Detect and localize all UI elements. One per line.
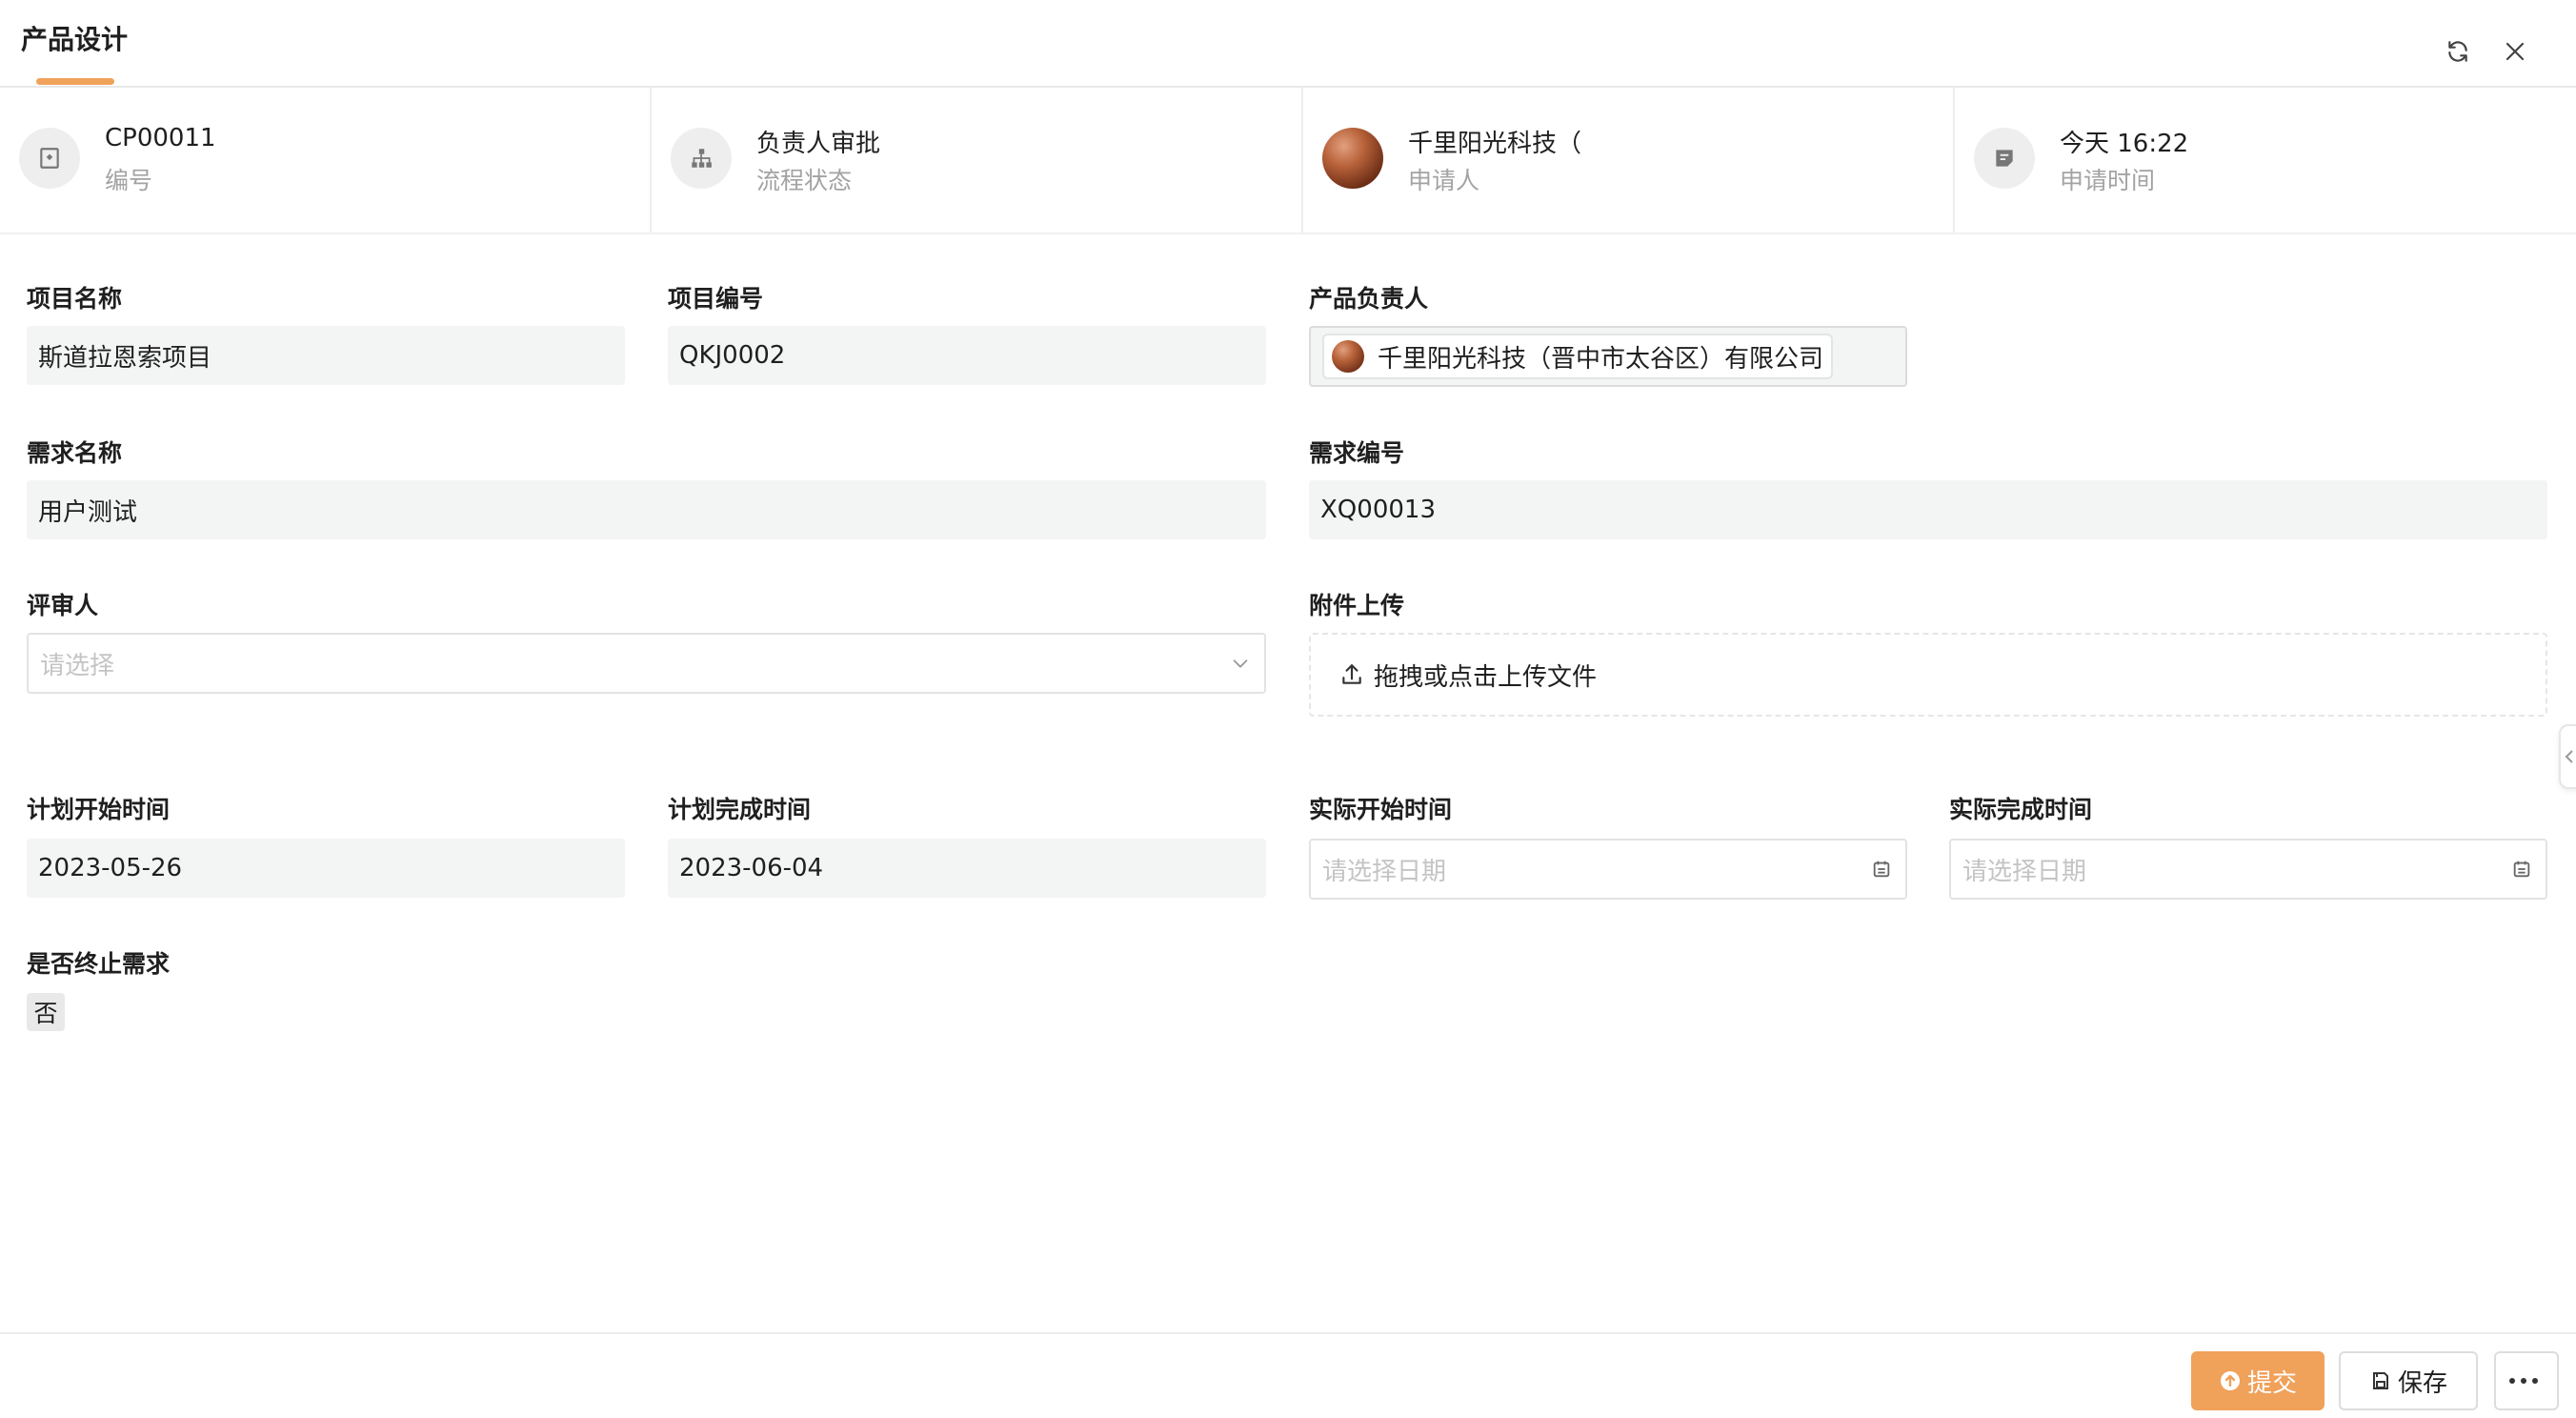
plan-start-label: 计划开始时间 xyxy=(27,796,171,823)
time-label: 申请时间 xyxy=(2060,167,2156,194)
plan-start-field[interactable]: 2023-05-26 xyxy=(27,839,625,898)
upload-dropzone[interactable]: 拖拽或点击上传文件 xyxy=(1309,633,2547,717)
dialog-header: 产品设计 xyxy=(0,0,2576,88)
terminate-label: 是否终止需求 xyxy=(27,950,171,978)
reviewer-label: 评审人 xyxy=(27,592,99,619)
status-label: 流程状态 xyxy=(756,167,853,194)
req-name-field[interactable]: 用户测试 xyxy=(27,480,1266,539)
summary-strip: CP00011 编号 负责人审批 流程状态 千里阳光科技（ 申请人 今天 16:… xyxy=(0,88,2576,234)
applicant-label: 申请人 xyxy=(1408,167,1480,194)
save-icon xyxy=(2372,1372,2388,1389)
chevron-down-icon xyxy=(1230,653,1251,674)
summary-status: 负责人审批 流程状态 xyxy=(652,88,1303,233)
actual-start-placeholder: 请选择日期 xyxy=(1322,857,1447,886)
project-code-label: 项目编号 xyxy=(668,285,764,313)
req-name-label: 需求名称 xyxy=(27,439,123,467)
org-chart-icon xyxy=(671,128,732,189)
code-value: CP00011 xyxy=(105,124,216,152)
calendar-icon xyxy=(1871,859,1892,880)
product-owner-label: 产品负责人 xyxy=(1309,285,1429,313)
dialog-footer: 提交 保存 xyxy=(0,1332,2576,1418)
badge-icon xyxy=(19,128,80,189)
chevron-left-icon xyxy=(2565,750,2573,763)
actual-end-placeholder: 请选择日期 xyxy=(1962,857,2087,886)
reviewer-placeholder: 请选择 xyxy=(40,651,115,680)
submit-label: 提交 xyxy=(2246,1368,2297,1398)
side-panel-toggle[interactable] xyxy=(2559,724,2576,789)
status-value: 负责人审批 xyxy=(756,130,881,158)
project-name-label: 项目名称 xyxy=(27,285,123,313)
terminate-value-tag: 否 xyxy=(27,993,65,1031)
summary-time: 今天 16:22 申请时间 xyxy=(1955,88,2576,233)
save-button[interactable]: 保存 xyxy=(2339,1351,2478,1410)
page-title: 产品设计 xyxy=(21,24,129,55)
actual-end-label: 实际完成时间 xyxy=(1949,796,2093,823)
refresh-button[interactable] xyxy=(2439,32,2477,71)
avatar xyxy=(1332,340,1364,373)
plan-start-value: 2023-05-26 xyxy=(38,854,183,882)
project-code-field[interactable]: QKJ0002 xyxy=(668,326,1266,385)
arrow-up-circle-icon xyxy=(2220,1371,2240,1390)
reviewer-select[interactable]: 请选择 xyxy=(27,633,1266,694)
note-icon xyxy=(1974,128,2035,189)
req-code-value: XQ00013 xyxy=(1320,496,1436,524)
plan-end-label: 计划完成时间 xyxy=(668,796,812,823)
code-label: 编号 xyxy=(105,167,153,194)
upload-icon xyxy=(1342,664,1361,684)
product-owner-field[interactable]: 千里阳光科技（晋中市太谷区）有限公司 xyxy=(1309,326,1907,387)
summary-applicant: 千里阳光科技（ 申请人 xyxy=(1303,88,1955,233)
req-name-value: 用户测试 xyxy=(38,497,138,527)
save-label: 保存 xyxy=(2397,1368,2447,1398)
product-owner-value: 千里阳光科技（晋中市太谷区）有限公司 xyxy=(1378,344,1824,374)
time-value: 今天 16:22 xyxy=(2060,130,2189,158)
more-icon xyxy=(2509,1378,2538,1384)
actual-end-datepicker[interactable]: 请选择日期 xyxy=(1949,839,2547,900)
close-button[interactable] xyxy=(2496,32,2534,71)
user-chip[interactable]: 千里阳光科技（晋中市太谷区）有限公司 xyxy=(1322,334,1834,379)
project-code-value: QKJ0002 xyxy=(679,341,786,370)
actual-start-datepicker[interactable]: 请选择日期 xyxy=(1309,839,1907,900)
close-icon xyxy=(2506,42,2525,61)
attachment-label: 附件上传 xyxy=(1309,592,1405,619)
avatar xyxy=(1322,128,1383,189)
refresh-icon xyxy=(2448,41,2467,62)
calendar-icon xyxy=(2511,859,2532,880)
project-name-value: 斯道拉恩索项目 xyxy=(38,343,212,373)
actual-start-label: 实际开始时间 xyxy=(1309,796,1453,823)
submit-button[interactable]: 提交 xyxy=(2191,1351,2324,1410)
upload-text: 拖拽或点击上传文件 xyxy=(1374,662,1598,692)
summary-code: CP00011 编号 xyxy=(0,88,652,233)
plan-end-value: 2023-06-04 xyxy=(679,854,824,882)
more-button[interactable] xyxy=(2494,1351,2559,1410)
plan-end-field[interactable]: 2023-06-04 xyxy=(668,839,1266,898)
applicant-value: 千里阳光科技（ xyxy=(1408,130,1582,158)
req-code-label: 需求编号 xyxy=(1309,439,1405,467)
req-code-field[interactable]: XQ00013 xyxy=(1309,480,2547,539)
project-name-field[interactable]: 斯道拉恩索项目 xyxy=(27,326,625,385)
active-tab-indicator xyxy=(36,78,114,85)
